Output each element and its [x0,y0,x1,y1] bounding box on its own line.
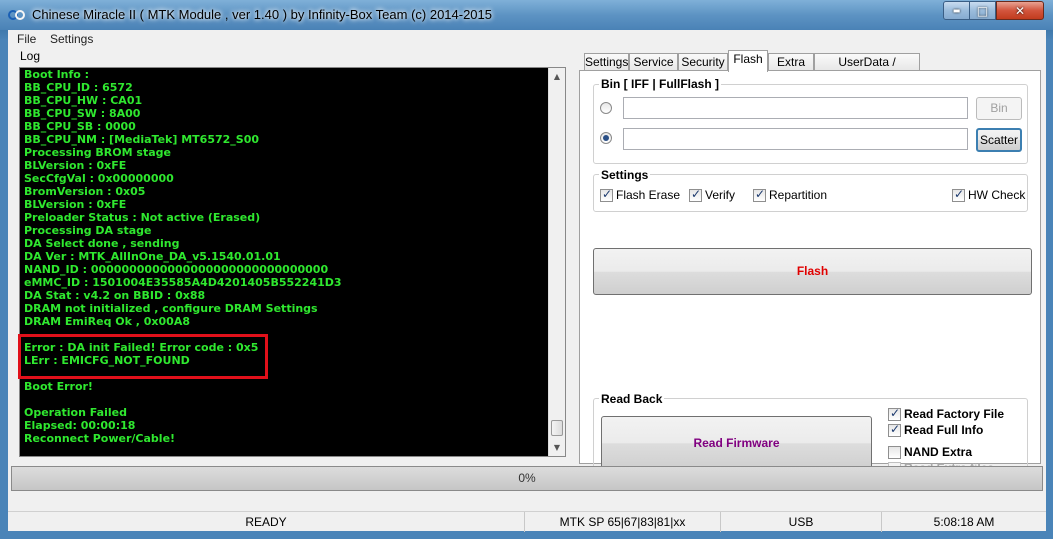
checkbox-checked-icon [753,187,766,202]
read-full-info-checkbox[interactable]: Read Full Info [888,422,983,437]
nand-extra-checkbox[interactable]: NAND Extra [888,445,972,459]
minimize-icon: ▬ [952,6,961,15]
log-console[interactable]: Boot Info : BB_CPU_ID : 6572 BB_CPU_HW : C… [19,67,566,457]
log-line: eMMC_ID : 1501004E35585A4D4201405B552241… [24,276,342,289]
log-line: DA Select done , sending [24,237,180,250]
read-back-title: Read Back [599,392,665,406]
menu-bar: File Settings [8,30,1046,48]
checkbox-checked-icon [689,187,702,202]
status-time: 5:08:18 AM [933,515,995,529]
status-bar: READY MTK SP 65|67|83|81|xx USB 5:08:18 … [8,511,1046,532]
scroll-down-icon[interactable]: ▼ [549,439,565,456]
repartition-checkbox[interactable]: Repartition [753,187,827,202]
scatter-button[interactable]: Scatter [976,128,1022,152]
settings-group-title: Settings [599,168,651,182]
maximize-button[interactable]: □ [969,1,996,20]
log-line: Preloader Status : Not active (Erased) [24,211,261,224]
log-lines: Boot Info : BB_CPU_ID : 6572 BB_CPU_HW : C… [24,68,544,445]
settings-group: Settings Flash Erase Verify Repartition … [593,168,1028,212]
menu-file[interactable]: File [17,32,36,46]
log-line: Processing DA stage [24,224,152,237]
scroll-up-icon[interactable]: ▲ [549,68,565,85]
bin-group: Bin [ IFF | FullFlash ] Bin Scatter [593,77,1028,164]
bin-button[interactable]: Bin [976,97,1022,120]
app-window: Chinese Miracle II ( MTK Module , ver 1.… [0,0,1053,539]
minimize-button[interactable]: ▬ [943,1,970,20]
window-title: Chinese Miracle II ( MTK Module , ver 1.… [32,7,493,22]
log-line: DA Ver : MTK_AllInOne_DA_v5.1540.01.01 [24,250,281,263]
app-logo-icon [8,10,25,20]
log-line: DRAM not initialized , configure DRAM Se… [24,302,318,315]
close-icon: ✕ [1014,3,1026,18]
log-line: BB_CPU_HW : CA01 [24,94,143,107]
progress-bar: 0% [11,466,1043,491]
checkbox-checked-icon [952,187,965,202]
status-platform: MTK SP 65|67|83|81|xx [525,512,721,532]
log-line: BB_CPU_ID : 6572 [24,81,133,94]
checkbox-unchecked-icon [888,445,901,459]
status-connection: USB [721,512,882,532]
tab-service[interactable]: Service [629,53,678,71]
log-line: BLVersion : 0xFE [24,198,127,211]
bin-path-input[interactable] [623,97,968,119]
maximize-icon: □ [976,3,989,18]
log-label: Log [20,49,41,63]
tab-userdata-forensic[interactable]: UserData / Forensic [814,53,920,85]
log-line: SecCfgVal : 0x00000000 [24,172,174,185]
scatter-radio[interactable] [600,132,612,144]
checkbox-checked-icon [888,422,901,437]
title-bar[interactable]: Chinese Miracle II ( MTK Module , ver 1.… [0,0,1053,30]
log-line: Operation Failed [24,406,127,419]
client-area: File Settings Log Boot Info : BB_CPU_ID :… [8,30,1046,532]
log-line: Elapsed: 00:00:18 [24,419,136,432]
log-line: Reconnect Power/Cable! [24,432,176,445]
bin-radio[interactable] [600,102,612,114]
log-line: BB_CPU_SB : 0000 [24,120,136,133]
tab-flash[interactable]: Flash [728,50,768,72]
log-line: Boot Info : [24,68,90,81]
progress-text: 0% [518,471,536,485]
flash-tab-panel: Bin [ IFF | FullFlash ] Bin Scatter Sett… [579,70,1041,488]
flash-button[interactable]: Flash [593,248,1032,295]
flash-erase-checkbox[interactable]: Flash Erase [600,187,680,202]
log-line: Boot Error! [24,380,93,393]
log-line: BLVersion : 0xFE [24,159,127,172]
log-line: DA Stat : v4.2 on BBID : 0x88 [24,289,206,302]
read-firmware-button[interactable]: Read Firmware [601,416,872,470]
verify-checkbox[interactable]: Verify [689,187,735,202]
checkbox-checked-icon [888,406,901,421]
log-line: NAND_ID : 000000000000000000000000000000… [24,263,329,276]
error-highlight-box [18,334,268,379]
log-scrollbar[interactable]: ▲ ▼ [548,68,565,456]
tab-extra[interactable]: Extra [768,53,814,71]
hw-check-checkbox[interactable]: HW Check [952,187,1025,202]
tab-settings[interactable]: Settings [584,53,629,71]
log-line: BB_CPU_SW : 8A00 [24,107,141,120]
menu-settings[interactable]: Settings [50,32,93,46]
scatter-path-input[interactable] [623,128,968,150]
read-factory-file-checkbox[interactable]: Read Factory File [888,406,1004,421]
log-line: DRAM EmiReq Ok , 0x00A8 [24,315,190,328]
close-button[interactable]: ✕ [996,1,1044,20]
checkbox-checked-icon [600,187,613,202]
bin-group-title: Bin [ IFF | FullFlash ] [599,77,722,91]
tab-security[interactable]: Security [678,53,728,71]
scroll-thumb[interactable] [551,420,563,436]
log-line: BB_CPU_NM : [MediaTek] MT6572_S00 [24,133,260,146]
log-line: Processing BROM stage [24,146,171,159]
status-state: READY [8,512,525,532]
log-line: BromVersion : 0x05 [24,185,146,198]
